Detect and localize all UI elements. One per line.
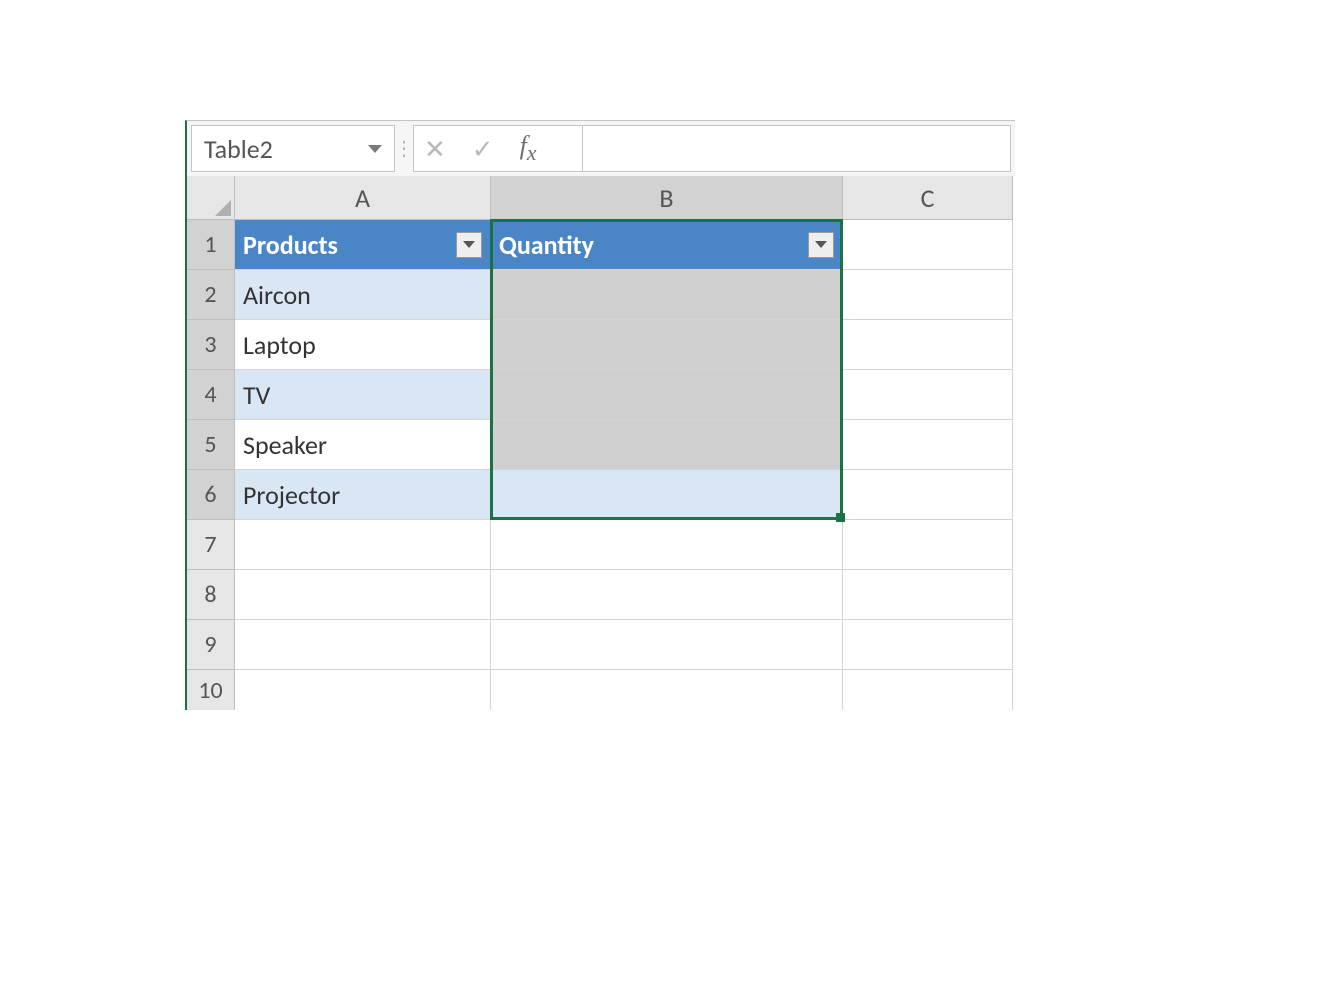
- row-header[interactable]: 1: [187, 220, 235, 270]
- cell[interactable]: [843, 220, 1013, 270]
- cell-quantity[interactable]: [491, 320, 843, 370]
- cell[interactable]: [491, 570, 843, 620]
- row-header[interactable]: 10: [187, 670, 235, 710]
- spreadsheet-grid: A B C 1 Products Quantity 2 Aircon: [185, 176, 1015, 710]
- row-header[interactable]: 4: [187, 370, 235, 420]
- cell[interactable]: [491, 670, 843, 710]
- cell[interactable]: [843, 320, 1013, 370]
- chevron-down-icon[interactable]: [368, 145, 382, 153]
- name-box[interactable]: Table2: [191, 125, 395, 172]
- table-row: 9: [187, 620, 1015, 670]
- cell[interactable]: [491, 520, 843, 570]
- cell[interactable]: [235, 570, 491, 620]
- enter-icon[interactable]: ✓: [472, 136, 494, 162]
- cell-quantity[interactable]: [491, 370, 843, 420]
- filter-button[interactable]: [456, 232, 482, 258]
- fx-icon[interactable]: fx: [520, 133, 537, 165]
- chevron-down-icon: [463, 241, 475, 248]
- table-row: 3 Laptop: [187, 320, 1015, 370]
- column-header-C[interactable]: C: [843, 176, 1013, 220]
- row-header[interactable]: 2: [187, 270, 235, 320]
- cell-product[interactable]: Speaker: [235, 420, 491, 470]
- cell-product[interactable]: Laptop: [235, 320, 491, 370]
- cell-product[interactable]: Aircon: [235, 270, 491, 320]
- table-row: 8: [187, 570, 1015, 620]
- formula-input[interactable]: [583, 125, 1011, 172]
- name-box-value: Table2: [204, 133, 368, 165]
- cell-quantity[interactable]: [491, 470, 843, 520]
- excel-window: Table2 ⋮ ✕ ✓ fx A B C 1 Products Quan: [185, 120, 1015, 710]
- cell-product[interactable]: TV: [235, 370, 491, 420]
- table-row: 6 Projector: [187, 470, 1015, 520]
- cell-quantity[interactable]: [491, 270, 843, 320]
- row-header[interactable]: 6: [187, 470, 235, 520]
- cell[interactable]: [235, 620, 491, 670]
- table-row: 2 Aircon: [187, 270, 1015, 320]
- row-header[interactable]: 9: [187, 620, 235, 670]
- cell[interactable]: [843, 620, 1013, 670]
- filter-button[interactable]: [808, 232, 834, 258]
- cell[interactable]: [843, 670, 1013, 710]
- table-row: 7: [187, 520, 1015, 570]
- column-header-row: A B C: [187, 176, 1015, 220]
- row-header[interactable]: 7: [187, 520, 235, 570]
- cell[interactable]: [843, 270, 1013, 320]
- cell[interactable]: [843, 520, 1013, 570]
- table-row: 4 TV: [187, 370, 1015, 420]
- table-header-products[interactable]: Products: [235, 220, 491, 270]
- formula-bar-buttons: ✕ ✓ fx: [413, 125, 583, 172]
- row-header[interactable]: 5: [187, 420, 235, 470]
- row-header[interactable]: 3: [187, 320, 235, 370]
- table-header-label: Quantity: [499, 229, 594, 261]
- divider: ⋮: [399, 121, 409, 176]
- cell[interactable]: [843, 570, 1013, 620]
- cell[interactable]: [235, 670, 491, 710]
- cell-quantity[interactable]: [491, 420, 843, 470]
- table-row: 1 Products Quantity: [187, 220, 1015, 270]
- table-header-quantity[interactable]: Quantity: [491, 220, 843, 270]
- table-row: 10: [187, 670, 1015, 710]
- cell[interactable]: [491, 620, 843, 670]
- row-header[interactable]: 8: [187, 570, 235, 620]
- cell[interactable]: [235, 520, 491, 570]
- cell[interactable]: [843, 470, 1013, 520]
- select-all-corner[interactable]: [187, 176, 235, 220]
- table-row: 5 Speaker: [187, 420, 1015, 470]
- cell-product[interactable]: Projector: [235, 470, 491, 520]
- formula-bar: Table2 ⋮ ✕ ✓ fx: [185, 120, 1015, 176]
- cancel-icon[interactable]: ✕: [424, 136, 446, 162]
- chevron-down-icon: [815, 241, 827, 248]
- column-header-B[interactable]: B: [491, 176, 843, 220]
- cell[interactable]: [843, 370, 1013, 420]
- column-header-A[interactable]: A: [235, 176, 491, 220]
- cell[interactable]: [843, 420, 1013, 470]
- table-header-label: Products: [243, 229, 338, 261]
